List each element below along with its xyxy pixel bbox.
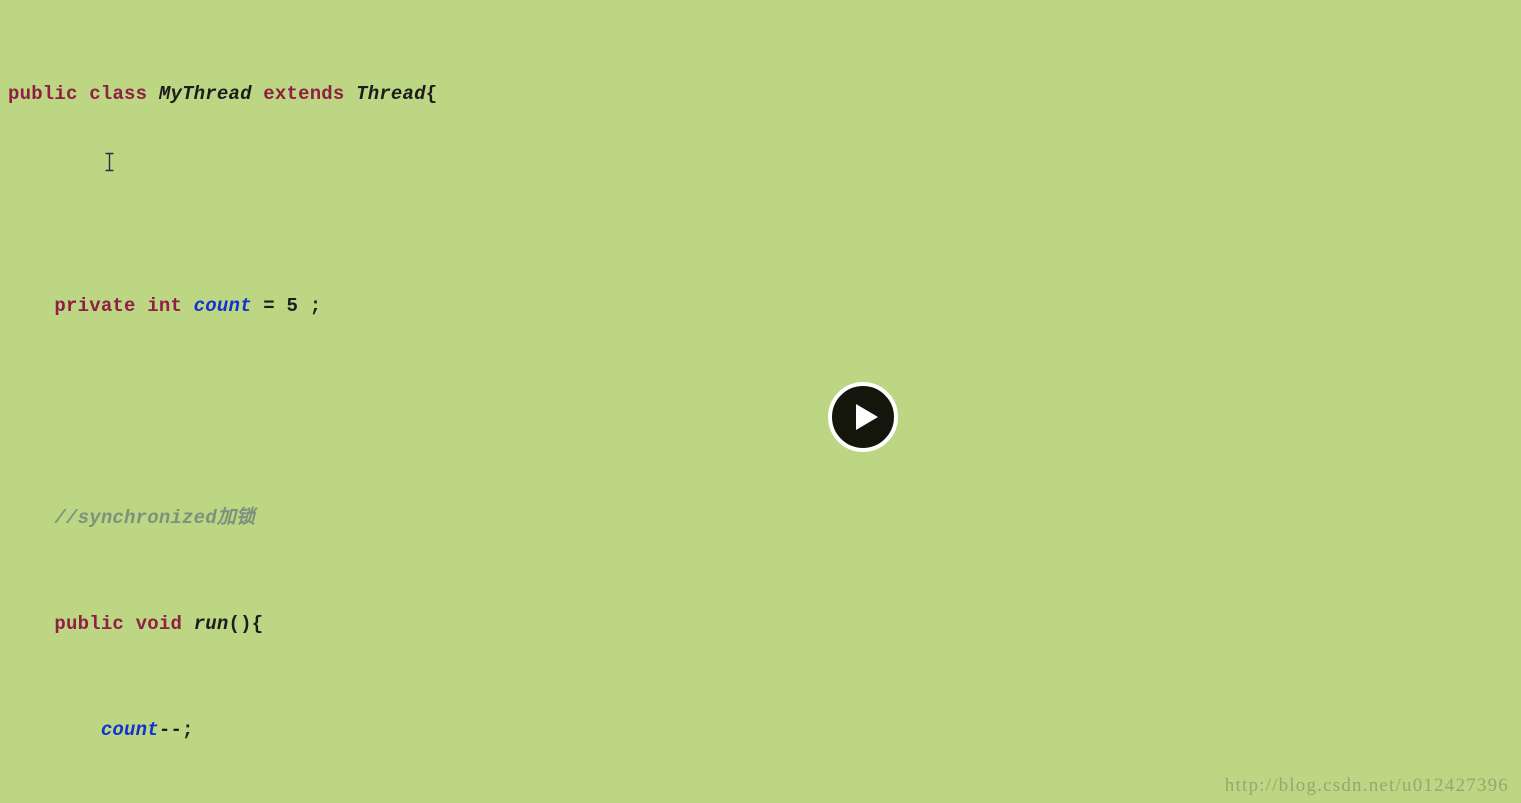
code-line-3[interactable]: private int count = 5 ; (0, 293, 1521, 320)
play-triangle-icon (855, 404, 878, 430)
brace-open: { (425, 82, 438, 105)
parens-brace: (){ (228, 612, 264, 635)
type-thread: Thread (356, 82, 426, 105)
literal-five: 5 (286, 294, 299, 317)
type-mythread: MyThread (158, 82, 252, 105)
keyword-public: public (8, 82, 78, 105)
keyword-public: public (54, 612, 125, 635)
code-editor[interactable]: public class MyThread extends Thread{ pr… (0, 0, 1521, 803)
operator-decrement: --; (158, 718, 194, 741)
field-count: count (100, 718, 159, 741)
keyword-void: void (135, 612, 183, 635)
watermark-url: http://blog.csdn.net/u012427396 (1224, 774, 1509, 796)
code-line-4-blank[interactable] (0, 399, 1521, 426)
field-count: count (193, 294, 252, 317)
keyword-private: private (54, 294, 136, 317)
code-line-6[interactable]: public void run(){ (0, 611, 1521, 638)
operator-assign: = (251, 294, 287, 317)
code-line-5[interactable]: //synchronized加锁 (0, 505, 1521, 532)
keyword-int: int (147, 294, 183, 317)
code-content[interactable]: public class MyThread extends Thread{ pr… (0, 0, 1521, 803)
keyword-class: class (89, 82, 148, 105)
keyword-extends: extends (263, 82, 345, 105)
line-comment-synchronized: //synchronized加锁 (54, 506, 256, 529)
play-button[interactable] (828, 382, 898, 452)
method-run: run (193, 612, 229, 635)
code-line-7[interactable]: count--; (0, 717, 1521, 744)
code-line-1[interactable]: public class MyThread extends Thread{ (0, 81, 1521, 108)
code-line-2-blank[interactable] (0, 187, 1521, 214)
semicolon: ; (298, 294, 322, 317)
